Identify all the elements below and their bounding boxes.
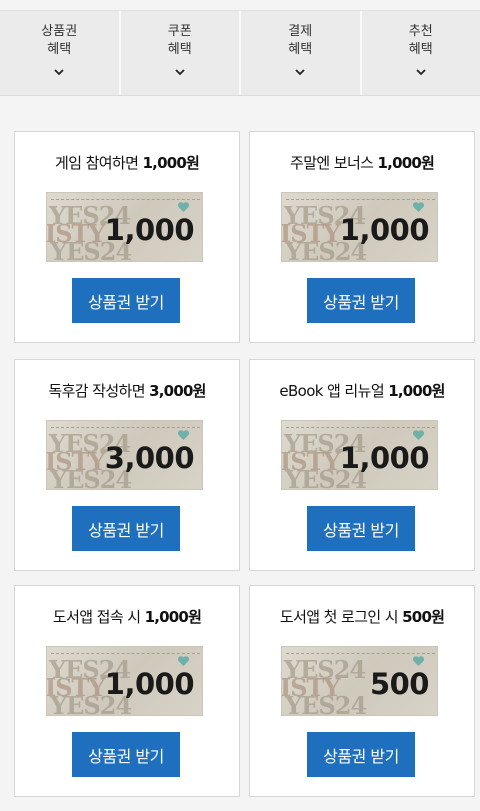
gift-card: eBook 앱 리뉴얼 1,000원 YES24 ISTY YES24 1,00…: [249, 359, 475, 571]
tab-referral-benefits[interactable]: 추천 혜택: [362, 11, 480, 95]
chevron-down-icon: [175, 69, 185, 76]
benefit-tabs: 상품권 혜택 쿠폰 혜택 결제 혜택 추천 혜택: [0, 10, 480, 96]
heart-icon: [412, 202, 425, 212]
tab-label-line1: 쿠폰: [167, 24, 192, 39]
gift-card: 도서앱 접속 시 1,000원 YES24 ISTY YES24 1,000 상…: [14, 585, 240, 797]
gift-certificate-image: YES24 ISTY YES24 1,000: [281, 420, 438, 490]
tab-gift-certificate-benefits[interactable]: 상품권 혜택: [0, 11, 121, 95]
ticket-amount: 1,000: [104, 213, 195, 247]
chevron-down-icon: [54, 69, 64, 76]
tab-label-line1: 상품권: [41, 24, 78, 39]
tab-label-line1: 추천: [408, 24, 433, 39]
gift-certificate-image: YES24 ISTY YES24 3,000: [46, 420, 203, 490]
tab-payment-benefits[interactable]: 결제 혜택: [241, 11, 362, 95]
chevron-down-icon: [295, 69, 305, 76]
tab-label-line2: 혜택: [167, 42, 192, 57]
card-title-amount: 500원: [402, 608, 445, 626]
heart-icon: [177, 656, 190, 666]
receive-gift-certificate-button[interactable]: 상품권 받기: [72, 732, 180, 777]
card-title: 도서앱 접속 시 1,000원: [52, 608, 202, 626]
tab-label-line2: 혜택: [47, 42, 72, 57]
gift-certificate-image: YES24 ISTY YES24 1,000: [46, 192, 203, 262]
heart-icon: [177, 202, 190, 212]
receive-gift-certificate-button[interactable]: 상품권 받기: [307, 506, 415, 551]
ticket-amount: 1,000: [339, 213, 430, 247]
tab-label-line2: 혜택: [408, 42, 433, 57]
card-title-amount: 1,000원: [142, 154, 200, 172]
receive-gift-certificate-button[interactable]: 상품권 받기: [72, 278, 180, 323]
tab-coupon-benefits[interactable]: 쿠폰 혜택: [121, 11, 241, 95]
ticket-amount: 500: [369, 667, 430, 701]
ticket-amount: 3,000: [104, 441, 195, 475]
tab-label-line1: 결제: [288, 24, 313, 39]
card-title: 게임 참여하면 1,000원: [55, 154, 200, 172]
gift-card: 독후감 작성하면 3,000원 YES24 ISTY YES24 3,000 상…: [14, 359, 240, 571]
card-title: 독후감 작성하면 3,000원: [48, 382, 206, 400]
gift-certificate-image: YES24 ISTY YES24 1,000: [46, 646, 203, 716]
tab-label-line2: 혜택: [288, 42, 313, 57]
card-title-amount: 1,000원: [144, 608, 202, 626]
gift-card: 주말엔 보너스 1,000원 YES24 ISTY YES24 1,000 상품…: [249, 131, 475, 343]
card-title-amount: 1,000원: [377, 154, 435, 172]
gift-card: 도서앱 첫 로그인 시 500원 YES24 ISTY YES24 500 상품…: [249, 585, 475, 797]
gift-certificate-image: YES24 ISTY YES24 500: [281, 646, 438, 716]
heart-icon: [412, 430, 425, 440]
heart-icon: [177, 430, 190, 440]
gift-certificate-image: YES24 ISTY YES24 1,000: [281, 192, 438, 262]
card-title: eBook 앱 리뉴얼 1,000원: [279, 382, 445, 400]
gift-card: 게임 참여하면 1,000원 YES24 ISTY YES24 1,000 상품…: [14, 131, 240, 343]
heart-icon: [412, 656, 425, 666]
receive-gift-certificate-button[interactable]: 상품권 받기: [307, 278, 415, 323]
card-title-amount: 1,000원: [388, 382, 445, 400]
card-title: 주말엔 보너스 1,000원: [290, 154, 435, 172]
ticket-amount: 1,000: [104, 667, 195, 701]
ticket-amount: 1,000: [339, 441, 430, 475]
card-title-amount: 3,000원: [149, 382, 206, 400]
card-title: 도서앱 첫 로그인 시 500원: [279, 608, 445, 626]
receive-gift-certificate-button[interactable]: 상품권 받기: [307, 732, 415, 777]
chevron-down-icon: [416, 69, 426, 76]
receive-gift-certificate-button[interactable]: 상품권 받기: [72, 506, 180, 551]
